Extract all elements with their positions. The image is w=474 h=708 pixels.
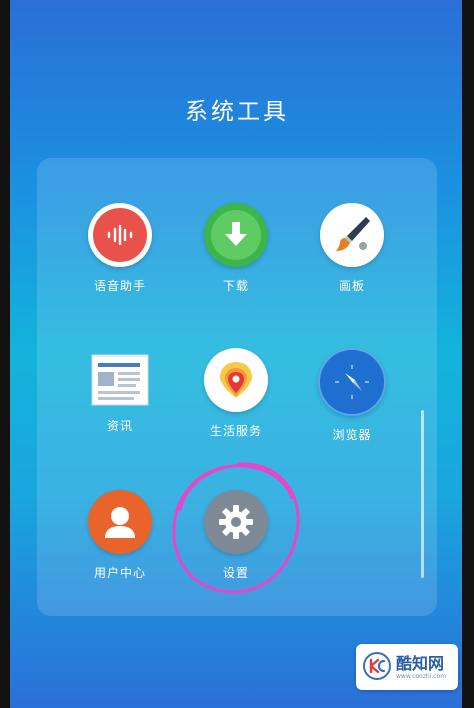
app-label: 资讯 bbox=[106, 419, 133, 433]
app-label: 下载 bbox=[222, 279, 249, 293]
app-settings[interactable]: 设置 bbox=[181, 490, 291, 581]
app-life-services[interactable]: 生活服务 bbox=[181, 348, 291, 439]
gear-icon bbox=[204, 490, 268, 554]
news-icon bbox=[88, 353, 152, 407]
download-arrow-icon bbox=[204, 203, 268, 267]
watermark-url: www.coozhi.com bbox=[396, 673, 447, 680]
app-news[interactable]: 资讯 bbox=[65, 348, 175, 434]
app-label: 浏览器 bbox=[332, 428, 372, 442]
voice-wave-icon bbox=[88, 203, 152, 267]
app-drawing-board[interactable]: 画板 bbox=[297, 203, 407, 294]
app-label: 画板 bbox=[338, 279, 365, 293]
watermark: 酷知网 www.coozhi.com bbox=[356, 644, 458, 690]
app-voice-assistant[interactable]: 语音助手 bbox=[65, 203, 175, 294]
app-label: 生活服务 bbox=[209, 424, 262, 438]
app-label: 语音助手 bbox=[93, 279, 146, 293]
app-browser[interactable]: 浏览器 bbox=[297, 348, 407, 443]
scrollbar[interactable] bbox=[421, 410, 424, 578]
coozhi-logo-icon bbox=[363, 652, 391, 680]
paintbrush-icon bbox=[320, 203, 384, 267]
folder-title: 系统工具 bbox=[185, 99, 289, 125]
app-download[interactable]: 下载 bbox=[181, 203, 291, 294]
user-icon bbox=[88, 490, 152, 554]
app-user-center[interactable]: 用户中心 bbox=[65, 490, 175, 581]
app-label: 用户中心 bbox=[93, 566, 146, 580]
app-label: 设置 bbox=[222, 566, 249, 580]
location-pin-icon bbox=[204, 348, 268, 412]
watermark-text: 酷知网 bbox=[396, 654, 445, 673]
compass-icon bbox=[318, 348, 386, 416]
